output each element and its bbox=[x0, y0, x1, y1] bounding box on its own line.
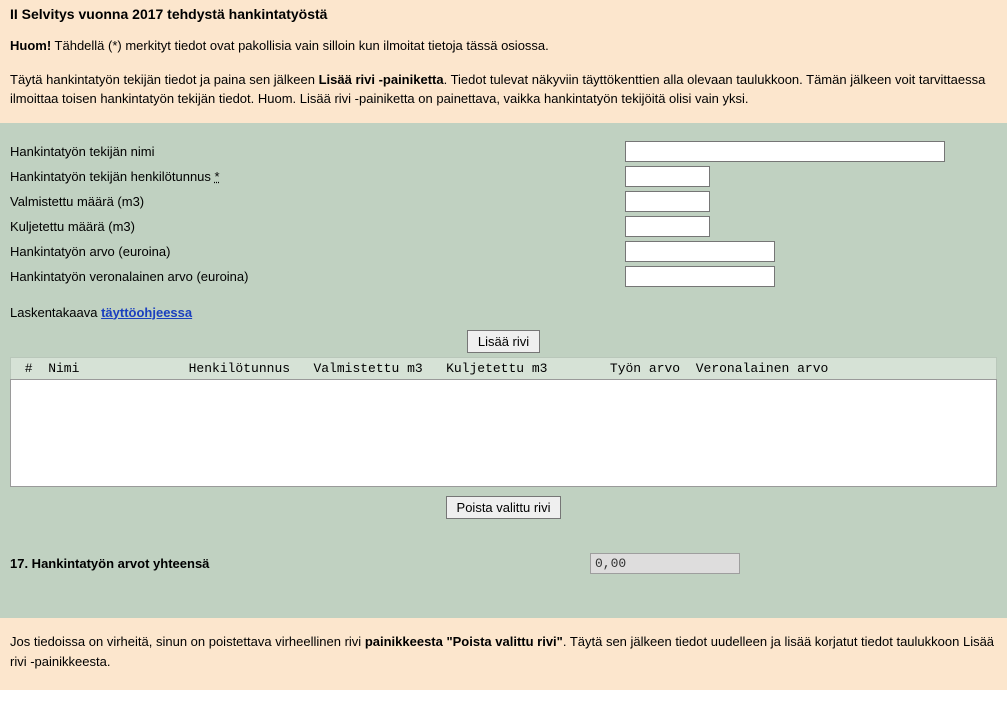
instructions-paragraph: Täytä hankintatyön tekijän tiedot ja pai… bbox=[10, 70, 997, 109]
transported-input[interactable] bbox=[625, 216, 710, 237]
footer-bold: painikkeesta "Poista valittu rivi" bbox=[365, 634, 563, 649]
value-label: Hankintatyön arvo (euroina) bbox=[10, 244, 625, 259]
name-label: Hankintatyön tekijän nimi bbox=[10, 144, 625, 159]
calc-text: Laskentakaava bbox=[10, 305, 101, 320]
instr-bold: Lisää rivi -painiketta bbox=[319, 72, 444, 87]
name-input[interactable] bbox=[625, 141, 945, 162]
table-header: # Nimi Henkilötunnus Valmistettu m3 Kulj… bbox=[10, 357, 997, 379]
instr-pre: Täytä hankintatyön tekijän tiedot ja pai… bbox=[10, 72, 319, 87]
manufactured-label: Valmistettu määrä (m3) bbox=[10, 194, 625, 209]
footer-pre: Jos tiedoissa on virheitä, sinun on pois… bbox=[10, 634, 365, 649]
totals-output bbox=[590, 553, 740, 574]
ssn-input[interactable] bbox=[625, 166, 710, 187]
taxable-label: Hankintatyön veronalainen arvo (euroina) bbox=[10, 269, 625, 284]
instructions-link[interactable]: täyttöohjeessa bbox=[101, 305, 192, 320]
note-paragraph: Huom! Tähdellä (*) merkityt tiedot ovat … bbox=[10, 36, 997, 56]
totals-label: 17. Hankintatyön arvot yhteensä bbox=[10, 556, 590, 571]
calc-line: Laskentakaava täyttöohjeessa bbox=[10, 305, 997, 320]
transported-label: Kuljetettu määrä (m3) bbox=[10, 219, 625, 234]
footer-note: Jos tiedoissa on virheitä, sinun on pois… bbox=[0, 618, 1007, 690]
ssn-label-text: Hankintatyön tekijän henkilötunnus bbox=[10, 169, 215, 184]
taxable-input[interactable] bbox=[625, 266, 775, 287]
note-body: Tähdellä (*) merkityt tiedot ovat pakoll… bbox=[51, 38, 549, 53]
required-asterisk: * bbox=[215, 169, 220, 184]
add-row-button[interactable]: Lisää rivi bbox=[467, 330, 540, 353]
manufactured-input[interactable] bbox=[625, 191, 710, 212]
rows-listbox[interactable] bbox=[10, 379, 997, 487]
section-title: II Selvitys vuonna 2017 tehdystä hankint… bbox=[10, 6, 997, 22]
note-prefix: Huom! bbox=[10, 38, 51, 53]
remove-row-button[interactable]: Poista valittu rivi bbox=[446, 496, 562, 519]
ssn-label: Hankintatyön tekijän henkilötunnus * bbox=[10, 169, 625, 184]
value-input[interactable] bbox=[625, 241, 775, 262]
